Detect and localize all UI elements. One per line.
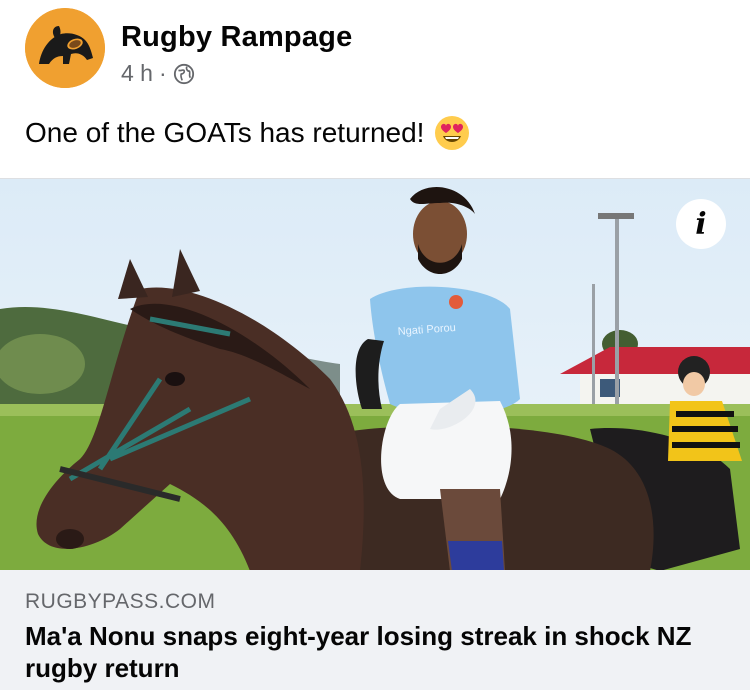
separator-dot: · <box>158 60 167 86</box>
link-domain: RUGBYPASS.COM <box>25 590 216 613</box>
post-photo[interactable]: Ngati Porou i <box>0 178 750 571</box>
page-name[interactable]: Rugby Rampage <box>121 20 352 54</box>
rider-horse-photo: Ngati Porou <box>0 179 750 571</box>
post-message: One of the GOATs has returned! <box>25 117 425 148</box>
post-meta: 4 h · <box>121 60 352 87</box>
post-header: Rugby Rampage 4 h · <box>25 8 352 88</box>
post-text: One of the GOATs has returned! <box>25 115 470 151</box>
heart-eyes-emoji <box>435 116 470 150</box>
page-avatar[interactable] <box>25 8 105 88</box>
post-time[interactable]: 4 h <box>121 60 153 87</box>
globe-icon[interactable] <box>173 63 195 85</box>
link-preview-card[interactable]: RUGBYPASS.COM Ma'a Nonu snaps eight-year… <box>0 570 750 690</box>
rugby-rampage-logo <box>25 8 105 88</box>
info-button[interactable]: i <box>676 199 726 249</box>
link-headline[interactable]: Ma'a Nonu snaps eight-year losing streak… <box>25 620 725 684</box>
